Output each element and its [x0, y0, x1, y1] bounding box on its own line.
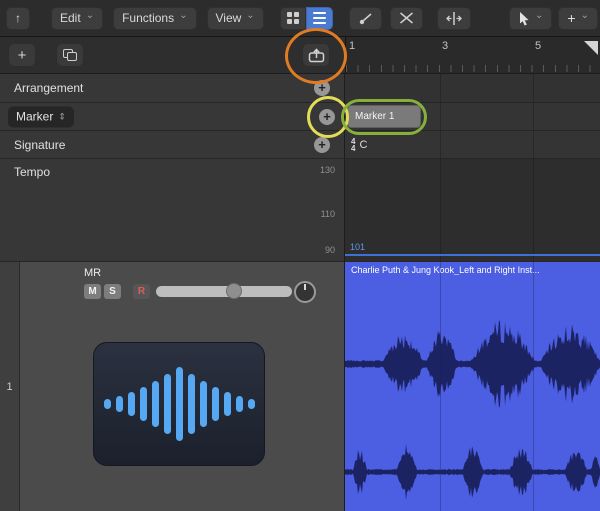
split-tool-button[interactable]: [437, 7, 471, 30]
plus-icon: +: [18, 47, 27, 64]
signature-track-header[interactable]: Signature +: [0, 131, 345, 159]
grid-icon: [287, 12, 299, 24]
automation-icon: [358, 11, 373, 26]
global-tracks-button[interactable]: [302, 43, 330, 67]
list-icon: [313, 12, 326, 24]
key-signature: C: [359, 139, 367, 151]
audio-region-title: Charlie Puth & Jung Kook_Left and Right …: [351, 265, 594, 275]
pointer-tool-button[interactable]: ⌄: [509, 7, 552, 30]
solo-label: S: [109, 286, 116, 297]
record-enable-button[interactable]: R: [133, 284, 150, 299]
duplicate-track-button[interactable]: [56, 43, 84, 67]
marker-region[interactable]: Marker 1: [347, 105, 421, 128]
chevron-down-icon: ⌄: [86, 12, 94, 20]
solo-button[interactable]: S: [104, 284, 121, 299]
automation-tool-button[interactable]: [349, 7, 382, 30]
add-signature-button[interactable]: +: [314, 137, 330, 153]
tempo-curve-line[interactable]: [345, 254, 600, 256]
marker-set-popup[interactable]: Marker ⇕: [8, 106, 74, 127]
mute-button[interactable]: M: [84, 284, 101, 299]
add-arrangement-button[interactable]: +: [314, 80, 330, 96]
secondary-tool-button[interactable]: + ⌄: [558, 7, 598, 30]
global-tracks: Arrangement + Marker ⇕ +: [0, 74, 600, 262]
tempo-scale-value: 130: [320, 165, 335, 175]
chevron-down-icon: ⌄: [246, 12, 254, 20]
signature-lane[interactable]: 4 4 C: [345, 131, 600, 159]
waveform-right-channel: [345, 436, 600, 508]
arrangement-label: Arrangement: [14, 81, 83, 95]
signature-denominator: 4: [351, 145, 355, 152]
track-number-strip[interactable]: 1: [0, 262, 20, 511]
volume-slider[interactable]: [156, 286, 292, 297]
signature-track-row: Signature + 4 4 C: [0, 131, 600, 159]
playhead-marker[interactable]: [584, 41, 598, 55]
ruler-ticks: [346, 65, 600, 72]
track-header-toolbar: + 1 3 5: [0, 37, 600, 74]
mute-label: M: [88, 286, 96, 297]
track-header[interactable]: MR M S R: [20, 262, 345, 511]
chevron-down-icon: ⌄: [581, 12, 589, 20]
marker-track-header[interactable]: Marker ⇕ +: [0, 103, 345, 131]
tempo-current-value: 101: [350, 242, 365, 252]
audio-region[interactable]: Charlie Puth & Jung Kook_Left and Right …: [345, 262, 600, 511]
marker-label: Marker: [16, 110, 53, 124]
tempo-label: Tempo: [14, 165, 50, 179]
functions-menu-button[interactable]: Functions ⌄: [113, 7, 196, 30]
pointer-arrow-icon: [518, 11, 530, 26]
signature-label: Signature: [14, 138, 65, 152]
marker-track-row: Marker ⇕ + Marker 1: [0, 103, 600, 131]
up-down-chevron-icon: ⇕: [58, 111, 66, 122]
crosshair-plus-icon: +: [567, 10, 575, 26]
chevron-down-icon: ⌄: [535, 12, 543, 20]
marker-region-label: Marker 1: [355, 111, 394, 122]
time-signature-display[interactable]: 4 4 C: [351, 138, 367, 152]
record-label: R: [138, 286, 145, 297]
view-menu-button[interactable]: View ⌄: [207, 7, 264, 30]
bar-number: 3: [442, 40, 448, 52]
view-menu-label: View: [216, 11, 242, 25]
list-view-button[interactable]: [306, 7, 333, 30]
tempo-scale-value: 110: [321, 209, 335, 219]
nudge-up-button[interactable]: ↑: [6, 7, 30, 30]
waveform-left-channel: [345, 298, 600, 430]
bar-number: 1: [349, 40, 355, 52]
chevron-down-icon: ⌄: [179, 12, 187, 20]
add-track-button[interactable]: +: [8, 43, 36, 67]
tempo-track-row: Tempo 130 110 90 101: [0, 159, 600, 262]
split-icon: [446, 11, 462, 26]
track-waveform-icon: [93, 342, 265, 466]
track-number: 1: [6, 381, 12, 393]
bar-number: 5: [535, 40, 541, 52]
view-mode-segmented-control: [280, 7, 333, 30]
global-tracks-icon: [308, 48, 325, 63]
up-arrow-icon: ↑: [15, 11, 21, 25]
tempo-lane[interactable]: 101: [345, 159, 600, 262]
edit-menu-label: Edit: [60, 11, 81, 25]
arrangement-lane[interactable]: [345, 74, 600, 103]
track-area: 1 MR M S R: [0, 262, 600, 511]
crossfade-tool-button[interactable]: [390, 7, 423, 30]
main-toolbar: ↑ Edit ⌄ Functions ⌄ View ⌄: [0, 0, 600, 37]
arrangement-track-header[interactable]: Arrangement +: [0, 74, 345, 103]
edit-menu-button[interactable]: Edit ⌄: [51, 7, 103, 30]
functions-menu-label: Functions: [122, 11, 174, 25]
crossfade-icon: [399, 11, 414, 25]
tempo-track-header[interactable]: Tempo 130 110 90: [0, 159, 345, 262]
tempo-scale-value: 90: [325, 245, 335, 255]
volume-knob[interactable]: [226, 283, 242, 299]
grid-view-button[interactable]: [280, 7, 306, 30]
logic-pro-window: ↑ Edit ⌄ Functions ⌄ View ⌄: [0, 0, 600, 511]
bar-ruler[interactable]: 1 3 5: [345, 37, 600, 73]
marker-lane[interactable]: Marker 1: [345, 103, 600, 131]
track-name: MR: [84, 267, 101, 279]
arrangement-track-row: Arrangement +: [0, 74, 600, 103]
duplicate-icon: [63, 49, 78, 62]
add-marker-button[interactable]: +: [319, 109, 335, 125]
pan-knob[interactable]: [294, 281, 316, 303]
